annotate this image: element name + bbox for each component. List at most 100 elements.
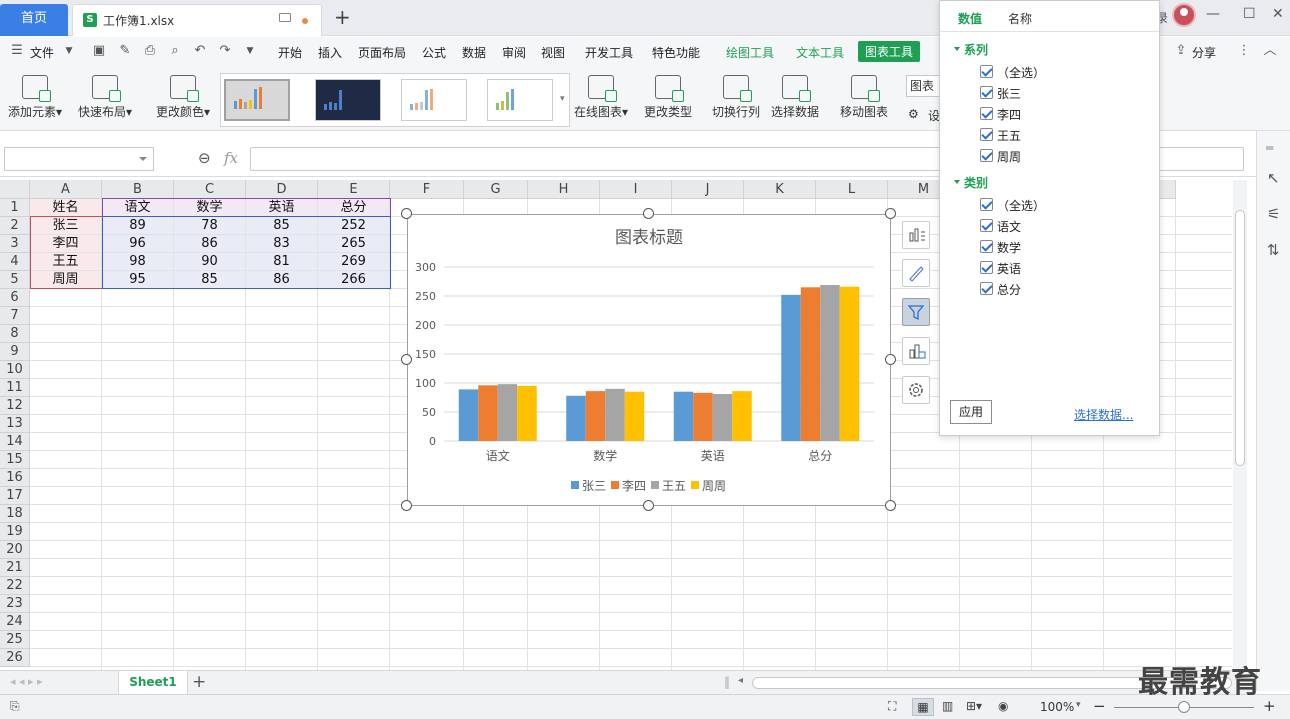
series-item-checkbox[interactable] — [980, 86, 993, 99]
move-chart-button[interactable]: 移动图表 — [840, 75, 888, 120]
row-header-23[interactable]: 23 — [0, 595, 30, 613]
series-item-checkbox[interactable] — [980, 107, 993, 120]
row-header-1[interactable]: 1 — [0, 199, 30, 217]
zoom-out-icon[interactable]: − — [1093, 697, 1106, 715]
chart-settings-tool[interactable] — [902, 376, 930, 404]
cell-a1[interactable]: 姓名 — [30, 199, 101, 216]
category-item-checkbox[interactable] — [980, 240, 993, 253]
menu-data[interactable]: 数据 — [462, 44, 486, 61]
column-header-c[interactable]: C — [174, 180, 246, 199]
maximize-icon[interactable]: ☐ — [1243, 6, 1256, 22]
transform-icon[interactable]: ⇅ — [1267, 241, 1280, 259]
resize-handle[interactable] — [401, 500, 412, 511]
close-icon[interactable]: ✕ — [1272, 6, 1284, 22]
category-item-checkbox[interactable] — [980, 261, 993, 274]
row-header-5[interactable]: 5 — [0, 271, 30, 289]
add-element-button[interactable]: 添加元素▾ — [8, 75, 62, 120]
column-header-f[interactable]: F — [390, 180, 464, 199]
undo-icon[interactable]: ↶ — [193, 44, 207, 58]
gallery-scroll-icon[interactable]: ▾ — [560, 94, 565, 104]
column-header-e[interactable]: E — [318, 180, 390, 199]
row-header-16[interactable]: 16 — [0, 469, 30, 487]
column-header-b[interactable]: B — [102, 180, 174, 199]
fx-icon[interactable]: fx — [224, 149, 238, 167]
file-tab[interactable]: S 工作簿1.xlsx — [72, 4, 322, 36]
page-layout-icon[interactable]: ▥ — [942, 699, 953, 713]
chart-style-2[interactable] — [315, 79, 381, 121]
zoom-dropdown-icon[interactable]: ▾ — [1076, 700, 1081, 710]
resize-handle[interactable] — [885, 500, 896, 511]
row-header-9[interactable]: 9 — [0, 343, 30, 361]
row-header-8[interactable]: 8 — [0, 325, 30, 343]
row-header-7[interactable]: 7 — [0, 307, 30, 325]
switch-row-col-button[interactable]: 切换行列 — [712, 75, 760, 120]
column-header-l[interactable]: L — [816, 180, 888, 199]
share-icon[interactable]: ⇪ — [1174, 44, 1188, 58]
resize-handle[interactable] — [401, 208, 412, 219]
apply-button[interactable]: 应用 — [950, 400, 992, 424]
add-sheet-button[interactable]: + — [192, 672, 206, 692]
column-header-g[interactable]: G — [464, 180, 528, 199]
category-item-checkbox[interactable] — [980, 282, 993, 295]
resize-handle[interactable] — [885, 208, 896, 219]
normal-view-icon[interactable]: ▦ — [912, 698, 934, 716]
row-header-14[interactable]: 14 — [0, 433, 30, 451]
zoom-in-icon[interactable]: + — [1263, 697, 1276, 715]
series-item-label[interactable]: （全选） — [997, 64, 1045, 81]
row-header-4[interactable]: 4 — [0, 253, 30, 271]
collapse-ribbon-icon[interactable]: ︿ — [1263, 44, 1277, 58]
macro-icon[interactable]: ⎘ — [10, 699, 20, 714]
row-header-3[interactable]: 3 — [0, 235, 30, 253]
new-tab-button[interactable]: + — [334, 7, 351, 27]
tab-names[interactable]: 名称 — [1008, 10, 1032, 27]
more-quick-icon[interactable]: ▼ — [243, 44, 257, 58]
resize-handle[interactable] — [643, 500, 654, 511]
menu-chart-tools[interactable]: 图表工具 — [858, 41, 921, 62]
column-header-j[interactable]: J — [672, 180, 744, 199]
quick-layout-button[interactable]: 快速布局▾ — [78, 75, 132, 120]
row-header-20[interactable]: 20 — [0, 541, 30, 559]
column-header-k[interactable]: K — [744, 180, 816, 199]
avatar[interactable] — [1172, 3, 1196, 27]
row-header-13[interactable]: 13 — [0, 415, 30, 433]
category-item-label[interactable]: 总分 — [997, 281, 1021, 298]
select-data-link[interactable]: 选择数据... — [1074, 406, 1133, 423]
row-header-26[interactable]: 26 — [0, 649, 30, 667]
page-break-icon[interactable]: ⊞▾ — [966, 699, 982, 713]
series-item-checkbox[interactable] — [980, 128, 993, 141]
chart-area[interactable]: 图表标题 300 250 200 150 100 50 0 语文 数学 英语 总分 张三 李四 王五 周周 — [407, 214, 891, 506]
menu-page-layout[interactable]: 页面布局 — [358, 44, 406, 61]
save-icon[interactable]: ▣ — [92, 44, 106, 58]
chart-filter-tool[interactable] — [902, 298, 930, 326]
chart-style-3[interactable] — [401, 79, 467, 121]
file-menu[interactable]: 文件 — [30, 44, 54, 61]
chevron-down-icon[interactable]: ▼ — [62, 44, 76, 58]
menu-start[interactable]: 开始 — [278, 44, 302, 61]
name-box[interactable] — [4, 147, 154, 171]
category-item-checkbox[interactable] — [980, 198, 993, 211]
home-tab[interactable]: 首页 — [0, 4, 68, 36]
zoom-level[interactable]: 100% — [1040, 700, 1074, 714]
zoom-slider-thumb[interactable] — [1178, 701, 1190, 713]
category-item-label[interactable]: 数学 — [997, 239, 1021, 256]
series-item-label[interactable]: 张三 — [997, 85, 1021, 102]
menu-insert[interactable]: 插入 — [318, 44, 342, 61]
sheet-tab[interactable]: Sheet1 — [118, 671, 188, 695]
row-header-24[interactable]: 24 — [0, 613, 30, 631]
hamburger-icon[interactable]: ☰ — [10, 44, 24, 58]
chart-style-1[interactable] — [224, 79, 290, 121]
monitor-icon[interactable] — [279, 13, 291, 22]
category-item-label[interactable]: 英语 — [997, 260, 1021, 277]
row-header-6[interactable]: 6 — [0, 289, 30, 307]
row-header-25[interactable]: 25 — [0, 631, 30, 649]
adjust-icon[interactable]: ⚟ — [1267, 205, 1280, 223]
series-item-label[interactable]: 李四 — [997, 106, 1021, 123]
category-section-label[interactable]: 类别 — [954, 174, 988, 191]
row-header-19[interactable]: 19 — [0, 523, 30, 541]
resize-handle[interactable] — [643, 208, 654, 219]
column-header-a[interactable]: A — [30, 180, 102, 199]
series-item-checkbox[interactable] — [980, 149, 993, 162]
pointer-icon[interactable]: ↖ — [1267, 169, 1280, 187]
menu-view[interactable]: 视图 — [541, 44, 565, 61]
menu-developer[interactable]: 开发工具 — [585, 44, 633, 61]
